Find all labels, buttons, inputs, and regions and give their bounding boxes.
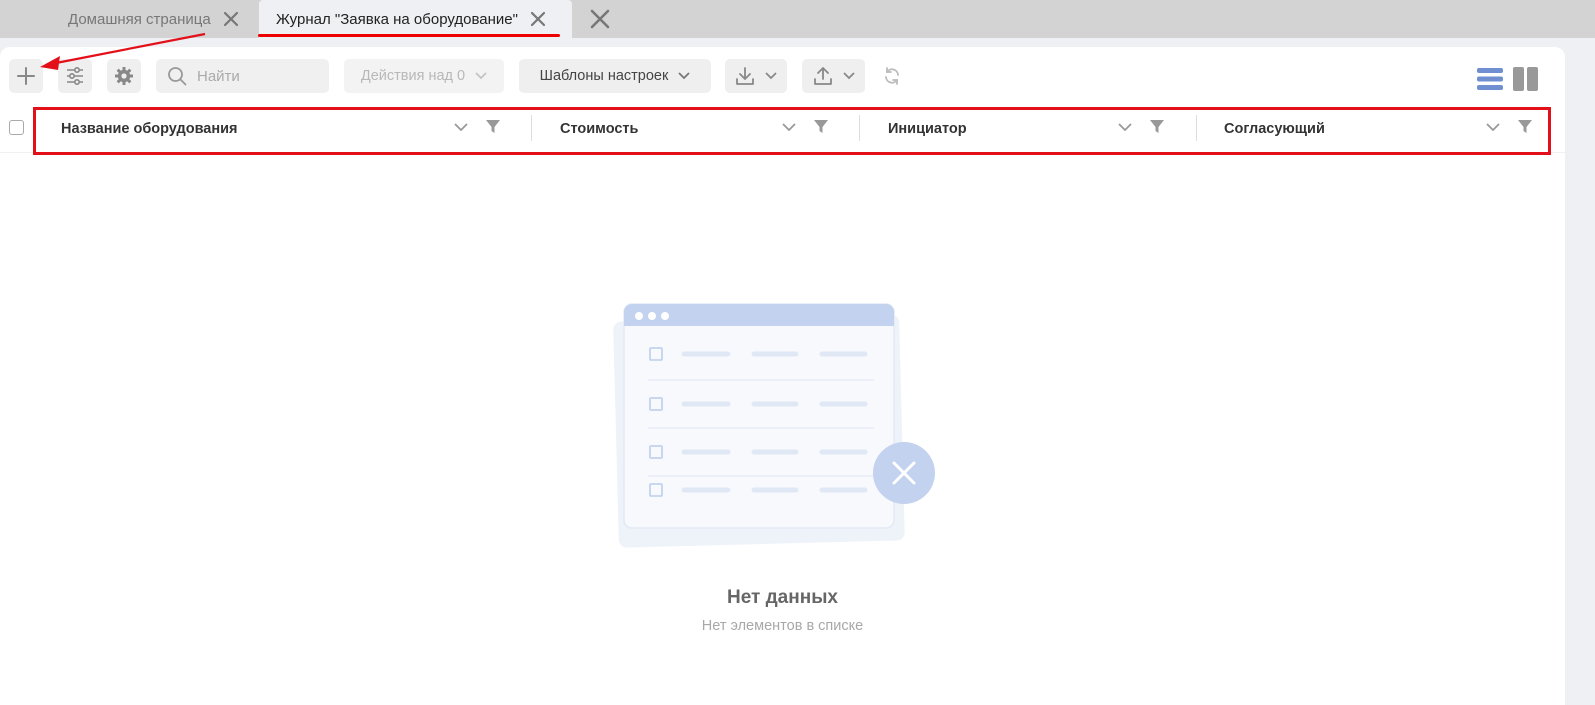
sliders-icon bbox=[67, 66, 83, 86]
panel-right-edge bbox=[1565, 47, 1595, 705]
tab-home-label: Домашняя страница bbox=[68, 10, 211, 28]
tab-home[interactable]: Домашняя страница bbox=[68, 0, 239, 38]
active-tab-underline bbox=[258, 34, 560, 37]
column-settings-button[interactable] bbox=[58, 59, 92, 93]
chevron-down-icon bbox=[842, 72, 855, 80]
settings-button[interactable] bbox=[107, 59, 141, 93]
highlight-box bbox=[33, 107, 1551, 155]
download-icon bbox=[736, 67, 754, 85]
tab-bar: Домашняя страница Журнал "Заявка на обор… bbox=[0, 0, 1595, 38]
view-switcher bbox=[1477, 66, 1539, 92]
export-button[interactable] bbox=[725, 59, 787, 93]
search-icon bbox=[168, 67, 187, 86]
templates-dropdown[interactable]: Шаблоны настроек bbox=[519, 59, 711, 93]
search-placeholder: Найти bbox=[197, 67, 240, 85]
add-button[interactable] bbox=[9, 59, 43, 93]
tab-journal[interactable]: Журнал "Заявка на оборудование" bbox=[259, 0, 572, 38]
list-view-icon[interactable] bbox=[1477, 66, 1503, 92]
actions-dropdown[interactable]: Действия над 0 bbox=[344, 59, 504, 93]
gear-icon bbox=[115, 67, 133, 85]
upload-icon bbox=[813, 67, 832, 85]
chevron-down-icon bbox=[765, 72, 777, 80]
plus-icon bbox=[17, 67, 35, 85]
tab-journal-label: Журнал "Заявка на оборудование" bbox=[276, 10, 518, 28]
chevron-down-icon bbox=[678, 72, 690, 80]
templates-dropdown-label: Шаблоны настроек bbox=[539, 68, 669, 84]
empty-state-subtitle: Нет элементов в списке bbox=[701, 618, 864, 634]
empty-list-illustration bbox=[613, 303, 935, 548]
toolbar: Найти Действия над 0 Шаблоны настроек bbox=[0, 47, 1565, 105]
actions-dropdown-label: Действия над 0 bbox=[360, 68, 466, 84]
import-button[interactable] bbox=[802, 59, 865, 93]
columns-view-icon[interactable] bbox=[1513, 66, 1539, 92]
close-all-tabs-icon[interactable] bbox=[590, 9, 610, 29]
chevron-down-icon bbox=[475, 72, 487, 80]
close-icon[interactable] bbox=[223, 11, 239, 27]
refresh-icon[interactable] bbox=[882, 66, 902, 86]
close-icon[interactable] bbox=[530, 11, 546, 27]
select-all-checkbox[interactable] bbox=[9, 120, 24, 135]
search-input[interactable]: Найти bbox=[156, 59, 329, 93]
empty-state-title: Нет данных bbox=[727, 587, 838, 608]
